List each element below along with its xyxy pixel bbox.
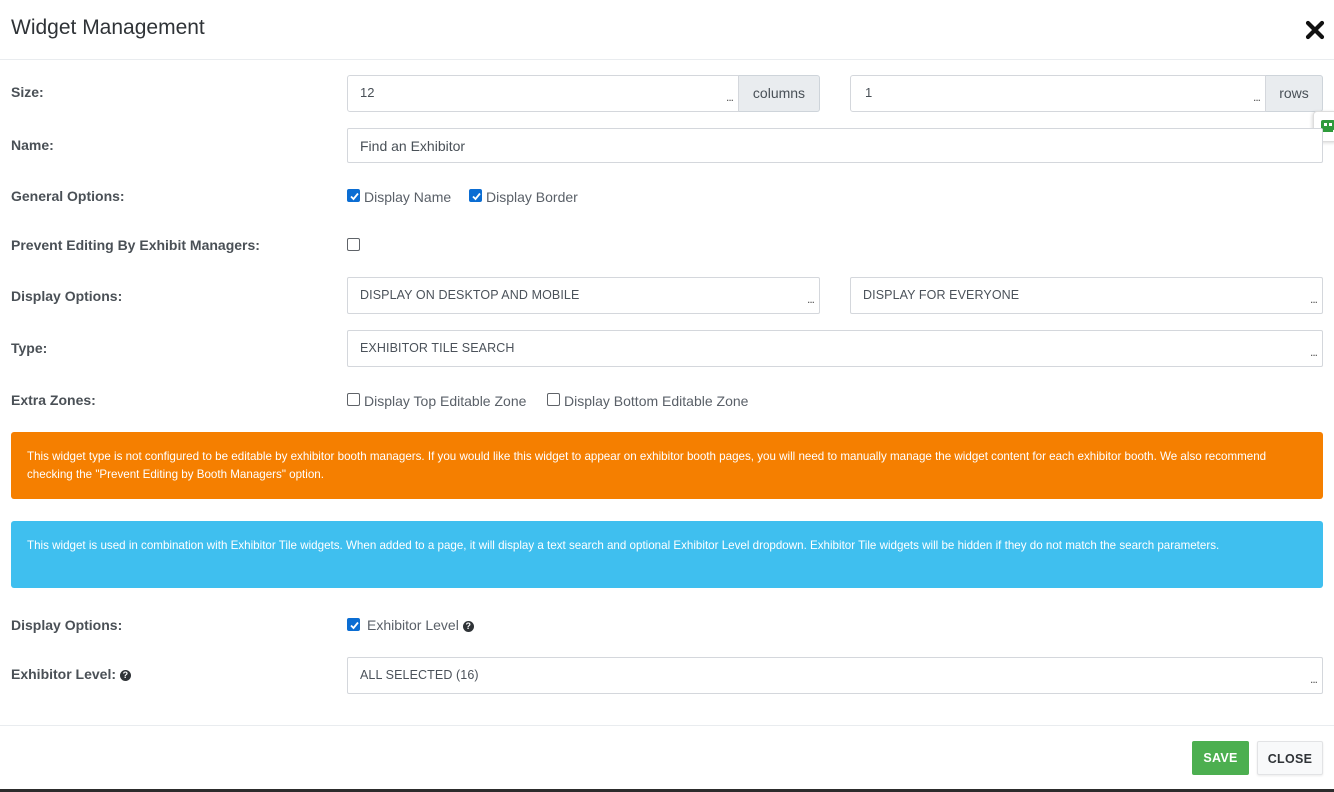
question-circle-icon[interactable]: ? <box>119 669 131 681</box>
name-value: Find an Exhibitor <box>360 138 466 154</box>
name-label: Name: <box>11 137 54 153</box>
display-border-checkbox[interactable] <box>469 189 482 202</box>
exhibitor-level-select[interactable]: ALL SELECTED (16) ... <box>347 657 1323 694</box>
display-name-label: Display Name <box>364 189 452 205</box>
general-options-label: General Options: <box>11 188 125 204</box>
columns-dots-icon: ... <box>725 90 734 104</box>
display-name-checkbox[interactable] <box>347 189 360 202</box>
display-border-label: Display Border <box>486 189 578 205</box>
device-select[interactable]: DISPLAY ON DESKTOP AND MOBILE ... <box>347 277 820 314</box>
bottom-zone-label: Display Bottom Editable Zone <box>564 393 749 409</box>
type-value: EXHIBITOR TILE SEARCH <box>360 341 515 355</box>
type-label: Type: <box>11 340 48 356</box>
columns-value: 12 <box>360 85 375 100</box>
close-button[interactable]: CLOSE <box>1257 741 1323 775</box>
save-button[interactable]: SAVE <box>1192 741 1249 775</box>
exhibitor-level-checkbox[interactable] <box>347 618 360 631</box>
modal-title: Widget Management <box>11 16 205 39</box>
rows-addon: rows <box>1266 75 1323 112</box>
audience-value: DISPLAY FOR EVERYONE <box>863 288 1020 302</box>
modal-footer <box>0 725 1334 792</box>
exhibitor-level-option-label: Exhibitor Level ? <box>367 617 474 633</box>
rows-input[interactable]: 1 ... <box>850 75 1266 112</box>
audience-dots-icon: ... <box>1309 292 1318 306</box>
rows-value: 1 <box>865 85 873 100</box>
size-label: Size: <box>11 84 44 100</box>
exhibitor-level-value: ALL SELECTED (16) <box>360 668 479 682</box>
type-dots-icon: ... <box>1309 345 1318 359</box>
exhibitor-level-option-text: Exhibitor Level <box>367 617 459 633</box>
audience-select[interactable]: DISPLAY FOR EVERYONE ... <box>850 277 1323 314</box>
columns-addon: columns <box>739 75 820 112</box>
device-value: DISPLAY ON DESKTOP AND MOBILE <box>360 288 580 302</box>
extra-zones-label: Extra Zones: <box>11 392 96 408</box>
display-options-label: Display Options: <box>11 288 123 304</box>
display-options-2-label: Display Options: <box>11 617 123 633</box>
modal-header: Widget Management <box>0 0 1334 60</box>
question-circle-icon[interactable]: ? <box>462 620 474 632</box>
prevent-editing-checkbox[interactable] <box>347 238 360 251</box>
prevent-editing-label: Prevent Editing By Exhibit Managers: <box>11 237 260 253</box>
bottom-zone-checkbox[interactable] <box>547 393 560 406</box>
type-select[interactable]: EXHIBITOR TILE SEARCH ... <box>347 330 1323 367</box>
exhibitor-level-label-row: Exhibitor Level: ? <box>11 666 131 682</box>
close-x-icon[interactable] <box>1304 19 1326 41</box>
name-input[interactable]: Find an Exhibitor <box>347 128 1323 163</box>
top-zone-checkbox[interactable] <box>347 393 360 406</box>
exhibitor-level-dots-icon: ... <box>1309 672 1318 686</box>
info-alert: This widget is used in combination with … <box>11 521 1323 588</box>
rows-dots-icon: ... <box>1252 90 1261 104</box>
top-zone-label: Display Top Editable Zone <box>364 393 527 409</box>
warning-alert: This widget type is not configured to be… <box>11 432 1323 499</box>
columns-input[interactable]: 12 ... <box>347 75 739 112</box>
exhibitor-level-label: Exhibitor Level: <box>11 666 117 682</box>
device-dots-icon: ... <box>806 292 815 306</box>
